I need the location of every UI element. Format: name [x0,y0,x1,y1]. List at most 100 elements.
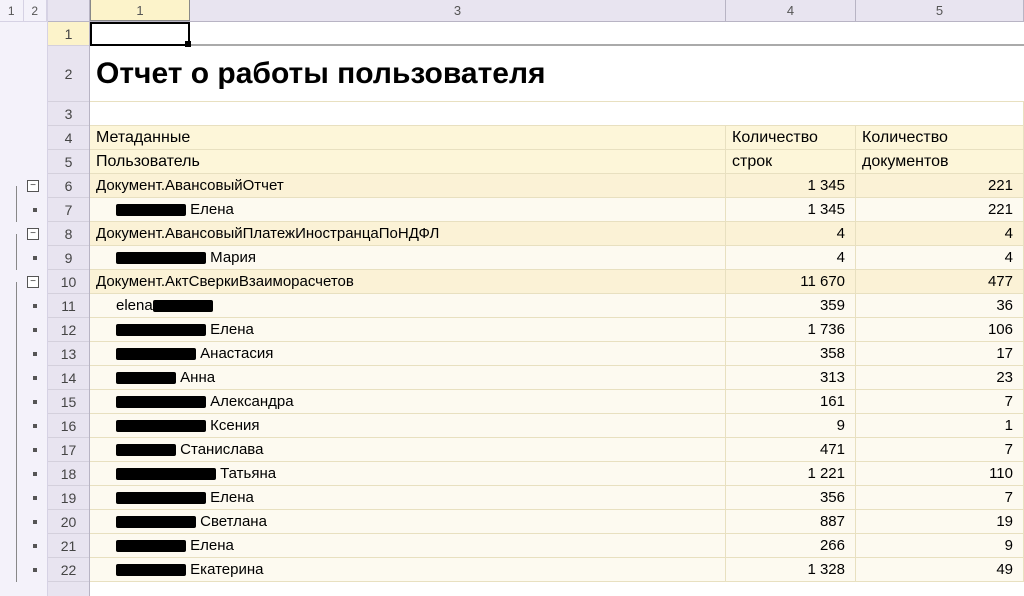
group-row[interactable]: Документ.АвансовыйОтчет1 345221 [90,174,1024,198]
row-number[interactable]: 1 [48,22,89,46]
cell-name: elena [90,294,726,317]
col-header-5[interactable]: 5 [856,0,1024,21]
row-number[interactable]: 21 [48,534,89,558]
redacted-text [153,300,213,312]
outline-dot [33,472,37,476]
outline-dot [33,376,37,380]
detail-row[interactable]: Анна31323 [90,366,1024,390]
row-number[interactable]: 13 [48,342,89,366]
detail-row[interactable]: Анастасия35817 [90,342,1024,366]
cell-name: Документ.АвансовыйПлатежИностранцаПоНДФЛ [90,222,726,245]
cell-docs-count: 1 [856,414,1024,437]
group-row[interactable]: Документ.АктСверкиВзаиморасчетов11 67047… [90,270,1024,294]
row-number[interactable]: 5 [48,150,89,174]
detail-row[interactable]: Екатерина1 32849 [90,558,1024,582]
detail-row[interactable]: Елена2669 [90,534,1024,558]
row-1[interactable] [90,22,1024,46]
cell-name: Светлана [90,510,726,533]
outline-dot [33,208,37,212]
detail-row[interactable]: Елена1 345221 [90,198,1024,222]
header-metadata: Метаданные [90,126,726,149]
detail-row[interactable]: Елена3567 [90,486,1024,510]
outline-dot [33,448,37,452]
cell-name: Анна [90,366,726,389]
row-number[interactable]: 18 [48,462,89,486]
cell-rows-count: 1 736 [726,318,856,341]
row-number[interactable]: 15 [48,390,89,414]
cell-name: Александра [90,390,726,413]
cell-rows-count: 266 [726,534,856,557]
row-number[interactable]: 3 [48,102,89,126]
row-number[interactable]: 12 [48,318,89,342]
redacted-text [116,396,206,408]
cell-docs-count: 477 [856,270,1024,293]
cell-rows-count: 161 [726,390,856,413]
detail-row[interactable]: Ксения91 [90,414,1024,438]
row-number[interactable]: 11 [48,294,89,318]
row-number[interactable]: 7 [48,198,89,222]
outline-dot [33,304,37,308]
detail-row[interactable]: Станислава4717 [90,438,1024,462]
col-header-3[interactable]: 3 [190,0,726,21]
detail-row[interactable]: Светлана88719 [90,510,1024,534]
cell-name: Елена [90,534,726,557]
redacted-text [116,516,196,528]
detail-row[interactable]: elena35936 [90,294,1024,318]
header-docs-2: документов [856,150,1024,173]
report-title: Отчет о работы пользователя [90,46,1024,101]
cell-docs-count: 19 [856,510,1024,533]
cell-name: Екатерина [90,558,726,581]
cell-rows-count: 887 [726,510,856,533]
header-row-2[interactable]: Пользователь строк документов [90,150,1024,174]
cell-rows-count: 1 328 [726,558,856,581]
row-number[interactable]: 10 [48,270,89,294]
cell-rows-count: 356 [726,486,856,509]
detail-row[interactable]: Мария44 [90,246,1024,270]
header-row-1[interactable]: Метаданные Количество Количество [90,126,1024,150]
cell-docs-count: 110 [856,462,1024,485]
outline-dot [33,256,37,260]
col-header-4[interactable]: 4 [726,0,856,21]
cell-rows-count: 471 [726,438,856,461]
row-3[interactable] [90,102,1024,126]
row-number[interactable]: 2 [48,46,89,102]
outline-level-2[interactable]: 2 [24,0,48,21]
row-number[interactable]: 4 [48,126,89,150]
cell-docs-count: 36 [856,294,1024,317]
redacted-text [116,444,176,456]
cell-docs-count: 7 [856,390,1024,413]
row-number[interactable]: 14 [48,366,89,390]
cell-name: Елена [90,198,726,221]
redacted-text [116,372,176,384]
column-headers: 1 3 4 5 [90,0,1024,22]
detail-row[interactable]: Александра1617 [90,390,1024,414]
row-number[interactable]: 19 [48,486,89,510]
redacted-text [116,420,206,432]
detail-row[interactable]: Елена1 736106 [90,318,1024,342]
row-number[interactable]: 20 [48,510,89,534]
active-cell[interactable] [90,22,190,46]
collapse-toggle[interactable]: − [27,180,39,192]
detail-row[interactable]: Татьяна1 221110 [90,462,1024,486]
row-number[interactable]: 16 [48,414,89,438]
title-row[interactable]: Отчет о работы пользователя [90,46,1024,102]
outline-dot [33,544,37,548]
group-row[interactable]: Документ.АвансовыйПлатежИностранцаПоНДФЛ… [90,222,1024,246]
row-number[interactable]: 6 [48,174,89,198]
row-number[interactable]: 22 [48,558,89,582]
collapse-toggle[interactable]: − [27,228,39,240]
header-rows-2: строк [726,150,856,173]
row-number[interactable]: 9 [48,246,89,270]
collapse-toggle[interactable]: − [27,276,39,288]
outline-level-1[interactable]: 1 [0,0,24,21]
cell-docs-count: 7 [856,486,1024,509]
col-header-1[interactable]: 1 [90,0,190,21]
fill-handle[interactable] [185,41,191,47]
row-number[interactable]: 17 [48,438,89,462]
row-number[interactable]: 8 [48,222,89,246]
cell-docs-count: 221 [856,174,1024,197]
cell-name: Станислава [90,438,726,461]
cell-name: Татьяна [90,462,726,485]
redacted-text [116,540,186,552]
outline-dot [33,400,37,404]
